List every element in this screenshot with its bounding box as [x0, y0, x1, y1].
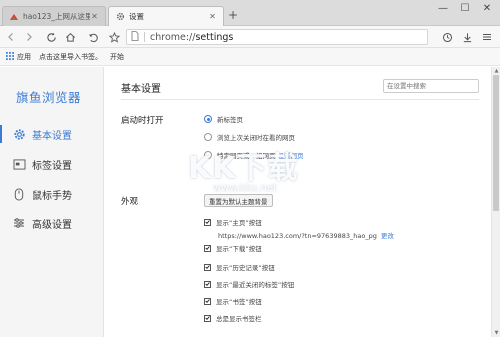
sidebar-item-advanced-settings[interactable]: 高级设置 — [0, 210, 104, 236]
checkbox-show-recent-closed[interactable]: 显示“最近关闭的标签”按钮 — [204, 279, 294, 289]
hao123-icon — [9, 12, 19, 22]
checkbox-show-home[interactable]: 显示“主页”按钮 — [204, 217, 262, 227]
divider — [121, 99, 479, 100]
scrollbar-thumb[interactable] — [493, 75, 499, 211]
home-url-row: https://www.hao123.com/?tn=97639883_hao_… — [218, 230, 394, 240]
reload-button[interactable] — [44, 30, 58, 44]
scrollbar[interactable]: ▲ ▼ — [491, 67, 500, 337]
scroll-down-arrow-icon[interactable]: ▼ — [492, 329, 500, 337]
checkbox-label: 显示“书签”按钮 — [216, 298, 262, 306]
apps-shortcut[interactable]: 应用 — [6, 51, 31, 62]
checkbox-show-download[interactable]: 显示“下载”按钮 — [204, 243, 262, 253]
back-button[interactable] — [4, 30, 18, 44]
star-icon[interactable] — [107, 30, 121, 44]
checkbox-label: 显示“最近关闭的标签”按钮 — [216, 281, 295, 289]
history-icon[interactable] — [440, 30, 454, 44]
tab-hao123[interactable]: hao123_上网从这里开始 ✕ — [2, 6, 106, 26]
checkbox[interactable] — [204, 244, 211, 252]
menu-icon[interactable] — [480, 30, 494, 44]
tab-title: hao123_上网从这里开始 — [23, 12, 90, 21]
checkbox-label: 显示“历史记录”按钮 — [216, 264, 275, 272]
forward-button[interactable] — [22, 30, 36, 44]
sidebar-item-label: 基本设置 — [32, 130, 72, 142]
address-bar[interactable]: chrome://settings — [126, 29, 428, 45]
checkbox-always-show-bookmarks-bar[interactable]: 总是显示书签栏 — [204, 313, 262, 323]
checkbox[interactable] — [204, 297, 211, 305]
settings-content: 基本设置 启动时打开 新标签页 浏览上次关闭时在看的网页 特定网页或一组网页 设… — [105, 67, 491, 337]
startup-label: 启动时打开 — [121, 116, 164, 126]
close-window-button[interactable]: ✕ — [480, 3, 494, 14]
page-icon — [131, 31, 139, 43]
sidebar-item-tab-settings[interactable]: 标签设置 — [0, 151, 104, 177]
startup-option-last-session[interactable]: 浏览上次关闭时在看的网页 — [204, 132, 295, 142]
tab-settings[interactable]: 设置 ✕ — [108, 6, 224, 26]
radio-label: 浏览上次关闭时在看的网页 — [217, 134, 295, 142]
sidebar-item-mouse-gestures[interactable]: 鼠标手势 — [0, 181, 104, 207]
startup-option-new-tab[interactable]: 新标签页 — [204, 114, 243, 124]
address-text[interactable]: chrome://settings — [150, 32, 233, 43]
tab-icon — [12, 157, 26, 171]
bookmarks-bar: 应用 点击这里导入书签。 开始 — [0, 48, 500, 66]
sliders-icon — [12, 216, 26, 230]
checkbox-show-bookmarks[interactable]: 显示“书签”按钮 — [204, 296, 262, 306]
reset-theme-button[interactable]: 重置为默认主题背景 — [204, 194, 273, 207]
tab-strip: hao123_上网从这里开始 ✕ 设置 ✕ + — ☐ ✕ — [0, 0, 500, 26]
download-icon[interactable] — [460, 30, 474, 44]
watermark-logo: KK下载 — [188, 151, 299, 186]
undo-close-button[interactable] — [86, 30, 100, 44]
apps-grid-icon — [6, 51, 14, 62]
url-scheme: chrome:// — [150, 31, 196, 43]
radio-button[interactable] — [204, 133, 212, 141]
checkbox[interactable] — [204, 280, 211, 288]
sidebar-item-label: 标签设置 — [32, 160, 72, 172]
new-tab-button[interactable]: + — [228, 8, 238, 22]
start-bookmark[interactable]: 开始 — [110, 52, 124, 62]
sidebar-item-label: 高级设置 — [32, 219, 72, 231]
checkbox-label: 显示“主页”按钮 — [216, 219, 262, 227]
home-url-text: https://www.hao123.com/?tn=97639883_hao_… — [218, 232, 377, 240]
change-home-link[interactable]: 更改 — [381, 232, 394, 240]
scroll-up-arrow-icon[interactable]: ▲ — [492, 67, 500, 75]
mouse-icon — [12, 187, 26, 201]
settings-sidebar: 旗鱼浏览器 基本设置 标签设置 鼠标手势 高级设置 — [0, 67, 104, 337]
close-icon[interactable]: ✕ — [208, 12, 217, 21]
close-icon[interactable]: ✕ — [90, 12, 99, 21]
radio-label: 新标签页 — [217, 116, 243, 124]
gear-icon — [12, 127, 26, 141]
gear-icon — [115, 12, 125, 22]
home-button[interactable] — [63, 30, 77, 44]
tab-title: 设置 — [129, 12, 144, 21]
appearance-label: 外观 — [121, 197, 139, 207]
url-path: settings — [195, 31, 234, 43]
checkbox-label: 总是显示书签栏 — [216, 315, 262, 323]
sidebar-item-label: 鼠标手势 — [32, 190, 72, 202]
import-bookmarks-link[interactable]: 点击这里导入书签。 — [39, 52, 102, 62]
brand-title: 旗鱼浏览器 — [16, 90, 82, 105]
checkbox-show-history[interactable]: 显示“历史记录”按钮 — [204, 262, 275, 272]
maximize-button[interactable]: ☐ — [458, 3, 472, 14]
separator — [144, 32, 145, 42]
sidebar-item-basic-settings[interactable]: 基本设置 — [0, 121, 104, 147]
checkbox[interactable] — [204, 314, 211, 322]
watermark-url: www.kkx.net — [213, 183, 277, 194]
radio-button[interactable] — [204, 115, 212, 123]
checkbox[interactable] — [204, 218, 211, 226]
checkbox-label: 显示“下载”按钮 — [216, 245, 262, 253]
page-title: 基本设置 — [121, 84, 161, 95]
apps-label: 应用 — [17, 52, 31, 61]
toolbar: chrome://settings — [0, 26, 500, 48]
minimize-button[interactable]: — — [436, 3, 450, 14]
checkbox[interactable] — [204, 263, 211, 271]
settings-search-input[interactable] — [383, 79, 479, 93]
